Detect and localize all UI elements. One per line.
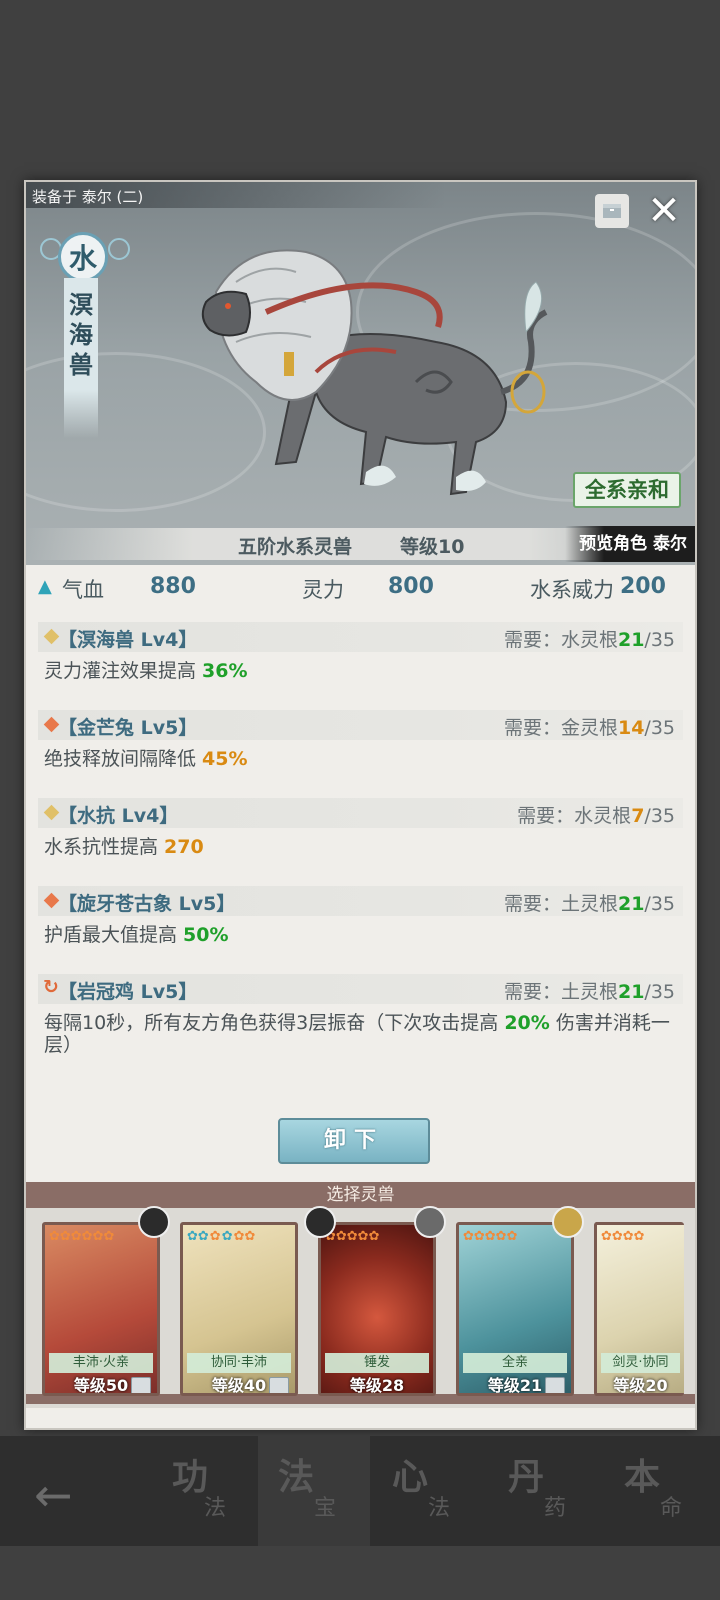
beast-card[interactable]: ✿✿✿✿✿ 锤发 等级28 bbox=[318, 1222, 436, 1396]
beast-card-tag: 剑灵·协同 bbox=[601, 1353, 680, 1373]
all-affinity-button[interactable]: 全系亲和 bbox=[573, 472, 681, 508]
star-pips: ✿✿✿✿ bbox=[601, 1229, 645, 1244]
nav-tab-life-sub: 命 bbox=[660, 1496, 683, 1521]
nav-tab-treasure-sub: 宝 bbox=[314, 1496, 337, 1521]
effect-name: 【金芒兔 Lv5】 bbox=[58, 717, 198, 739]
owner-avatar bbox=[304, 1206, 336, 1238]
effect-header: 【金芒兔 Lv5】 需要：金灵根14/35 bbox=[38, 710, 683, 740]
beast-card-tag: 锤发 bbox=[325, 1353, 429, 1373]
owner-avatar bbox=[414, 1206, 446, 1238]
effect-header: 【旋牙苍古象 Lv5】 需要：土灵根21/35 bbox=[38, 886, 683, 916]
beast-card-level: 等级28 bbox=[349, 1376, 405, 1395]
power-value: 200 bbox=[620, 574, 666, 599]
owner-avatar bbox=[138, 1206, 170, 1238]
beast-card[interactable]: ✿✿✿✿✿ 全亲 等级21 bbox=[456, 1222, 574, 1396]
diamond-gold-icon bbox=[43, 628, 60, 645]
beast-rank: 五阶水系灵兽 bbox=[238, 536, 353, 558]
badge-wing-right bbox=[108, 238, 130, 260]
hp-label: 气血 bbox=[62, 578, 104, 602]
beast-name: 溟海兽 bbox=[69, 290, 93, 379]
effect-entry: 【水抗 Lv4】 需要：水灵根7/35 水系抗性提高 270 bbox=[38, 798, 683, 858]
power-label: 水系威力 bbox=[530, 578, 614, 602]
effect-description: 水系抗性提高 270 bbox=[44, 836, 204, 858]
mp-label: 灵力 bbox=[302, 578, 344, 602]
nav-tab-pill[interactable]: 丹 bbox=[508, 1448, 544, 1500]
effect-requirement: 需要：土灵根21/35 bbox=[503, 981, 675, 1003]
element-badge: 水 bbox=[58, 232, 108, 282]
stats-row: ▲ 气血 880 灵力 800 水系威力 200 bbox=[26, 572, 695, 608]
beast-card-tag: 丰沛·火亲 bbox=[49, 1353, 153, 1373]
close-button[interactable]: ✕ bbox=[643, 190, 685, 232]
diamond-orange-icon bbox=[43, 716, 60, 733]
beast-card[interactable]: ✿✿✿✿ 剑灵·协同 等级20 bbox=[594, 1222, 684, 1396]
effect-description: 每隔10秒，所有友方角色获得3层振奋（下次攻击提高 20% 伤害并消耗一层） bbox=[44, 1012, 670, 1056]
unload-button[interactable]: 卸下 bbox=[278, 1118, 430, 1164]
effect-description: 护盾最大值提高 50% bbox=[44, 924, 229, 946]
nav-tab-mind[interactable]: 心 bbox=[392, 1448, 428, 1500]
star-pips: ✿✿✿✿✿✿ bbox=[49, 1229, 115, 1244]
effect-name: 【旋牙苍古象 Lv5】 bbox=[58, 893, 236, 915]
beast-hero-panel: 装备于 泰尔 (二) ✕ 水 溟海兽 全系亲和 五阶水系灵兽 等级10 预览角色… bbox=[26, 182, 695, 565]
star-pips: ✿✿✿✿✿ bbox=[463, 1229, 518, 1244]
preview-character: 预览角色 泰尔 bbox=[565, 526, 695, 562]
mp-value: 800 bbox=[388, 574, 434, 599]
effect-name: 【溟海兽 Lv4】 bbox=[58, 629, 198, 651]
effect-header: ↻ 【岩冠鸡 Lv5】 需要：土灵根21/35 bbox=[38, 974, 683, 1004]
cycle-icon: ↻ bbox=[43, 976, 59, 998]
beast-illustration bbox=[201, 249, 548, 496]
nav-tab-treasure[interactable]: 法 bbox=[278, 1448, 314, 1500]
effect-header: 【水抗 Lv4】 需要：水灵根7/35 bbox=[38, 798, 683, 828]
star-pips: ✿✿✿✿✿ bbox=[325, 1229, 380, 1244]
box-icon bbox=[603, 204, 621, 218]
nav-tab-mind-sub: 法 bbox=[428, 1496, 451, 1521]
effect-entry: ↻ 【岩冠鸡 Lv5】 需要：土灵根21/35 每隔10秒，所有友方角色获得3层… bbox=[38, 974, 683, 1056]
box-icon bbox=[545, 1377, 565, 1393]
star-pips: ✿✿✿✿✿✿ bbox=[187, 1229, 256, 1244]
beast-card-tag: 协同·丰沛 bbox=[187, 1353, 291, 1373]
hp-value: 880 bbox=[150, 574, 196, 599]
effect-description: 绝技释放间隔降低 45% bbox=[44, 748, 248, 770]
box-icon bbox=[131, 1377, 151, 1393]
box-icon bbox=[269, 1377, 289, 1393]
effect-entry: 【旋牙苍古象 Lv5】 需要：土灵根21/35 护盾最大值提高 50% bbox=[38, 886, 683, 946]
inventory-button[interactable] bbox=[595, 194, 629, 228]
effect-header: 【溟海兽 Lv4】 需要：水灵根21/35 bbox=[38, 622, 683, 652]
back-arrow-icon[interactable]: ← bbox=[34, 1468, 73, 1522]
effect-name: 【水抗 Lv4】 bbox=[58, 805, 179, 827]
spirit-beast-modal: 装备于 泰尔 (二) ✕ 水 溟海兽 全系亲和 五阶水系灵兽 等级10 预览角色… bbox=[24, 180, 697, 1430]
nav-tab-skills-sub: 法 bbox=[204, 1496, 227, 1521]
effect-entry: 【金芒兔 Lv5】 需要：金灵根14/35 绝技释放间隔降低 45% bbox=[38, 710, 683, 770]
owner-avatar bbox=[552, 1206, 584, 1238]
nav-tab-skills[interactable]: 功 bbox=[172, 1448, 208, 1500]
diamond-gold-icon bbox=[43, 804, 60, 821]
beast-level: 等级10 bbox=[400, 536, 465, 558]
beast-card[interactable]: ✿✿ ✿ ✿ ✿✿ 协同·丰沛 等级40 bbox=[180, 1222, 298, 1396]
select-beast-header: 选择灵兽 bbox=[26, 1182, 695, 1208]
nav-tab-life[interactable]: 本 bbox=[624, 1448, 660, 1500]
triangle-up-icon: ▲ bbox=[38, 576, 52, 597]
effect-name: 【岩冠鸡 Lv5】 bbox=[58, 981, 198, 1003]
diamond-orange-icon bbox=[43, 892, 60, 909]
effect-entry: 【溟海兽 Lv4】 需要：水灵根21/35 灵力灌注效果提高 36% bbox=[38, 622, 683, 682]
beast-card-tag: 全亲 bbox=[463, 1353, 567, 1373]
beast-card[interactable]: ✿✿✿✿✿✿ 丰沛·火亲 等级50 bbox=[42, 1222, 160, 1396]
effect-requirement: 需要：金灵根14/35 bbox=[503, 717, 675, 739]
effect-requirement: 需要：水灵根21/35 bbox=[503, 629, 675, 651]
equipped-on-label: 装备于 泰尔 (二) bbox=[32, 188, 144, 206]
beast-card-level: 等级20 bbox=[613, 1376, 668, 1395]
nav-tab-pill-sub: 药 bbox=[544, 1496, 567, 1521]
effect-requirement: 需要：土灵根21/35 bbox=[503, 893, 675, 915]
close-icon: ✕ bbox=[647, 188, 681, 234]
effect-description: 灵力灌注效果提高 36% bbox=[44, 660, 248, 682]
effect-requirement: 需要：水灵根7/35 bbox=[517, 805, 675, 827]
